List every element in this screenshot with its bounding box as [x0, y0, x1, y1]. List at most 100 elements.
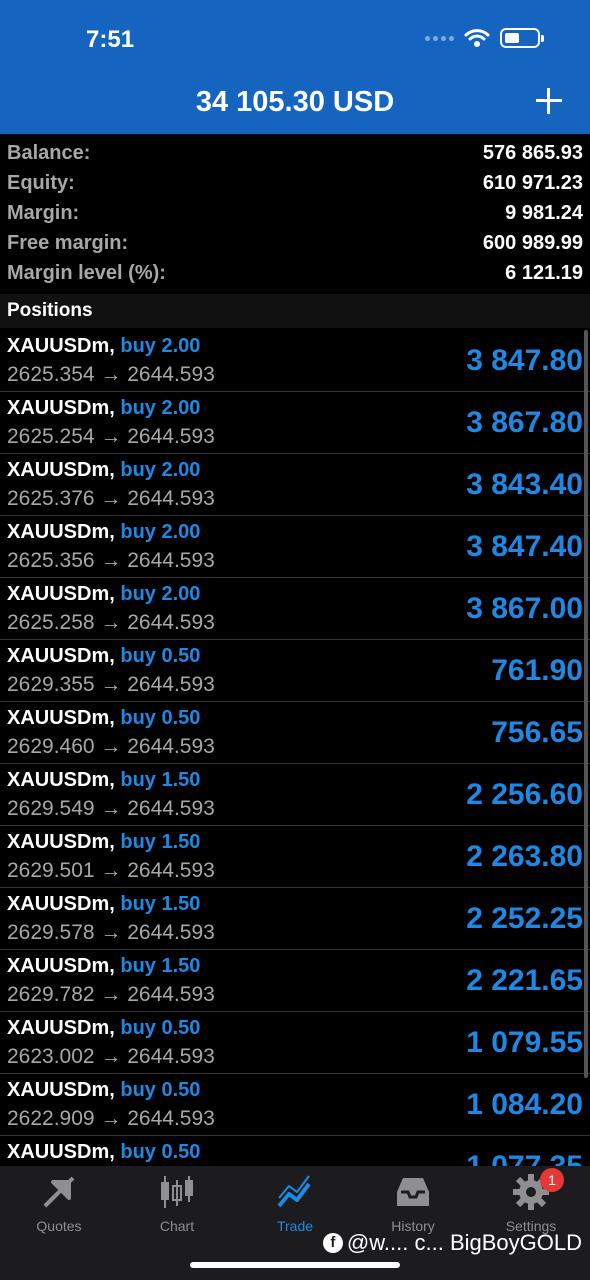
position-side: buy 0.50 — [120, 707, 201, 729]
position-profit: 3 867.00 — [466, 592, 583, 625]
add-order-button[interactable] — [534, 86, 564, 116]
summary-label: Margin: — [7, 201, 80, 224]
trade-icon — [277, 1175, 311, 1208]
position-profit: 1 084.20 — [466, 1088, 583, 1121]
position-profit: 2 263.80 — [466, 840, 583, 873]
summary-value: 610 971.23 — [482, 171, 583, 194]
position-symbol: XAUUSDm, — [7, 831, 115, 853]
quotes-icon — [43, 1176, 75, 1208]
position-side: buy 0.50 — [120, 645, 201, 667]
position-row[interactable]: XAUUSDm, buy 1.50 2629.578 → 2644.593 2 … — [0, 888, 590, 950]
position-side: buy 2.00 — [120, 521, 201, 543]
tab-quotes[interactable]: Quotes — [0, 1172, 118, 1234]
position-side: buy 2.00 — [120, 459, 201, 481]
tab-label: Chart — [159, 1218, 195, 1234]
position-prices: 2622.909 → 2644.593 — [7, 1107, 215, 1130]
position-row[interactable]: XAUUSDm, buy 0.50 2623.002 → 2644.593 1 … — [0, 1012, 590, 1074]
position-prices: 2625.258 → 2644.593 — [7, 611, 215, 634]
position-row[interactable]: XAUUSDm, buy 1.50 2629.501 → 2644.593 2 … — [0, 826, 590, 888]
position-side: buy 1.50 — [120, 893, 201, 915]
position-row[interactable]: XAUUSDm, buy 2.00 2625.258 → 2644.593 3 … — [0, 578, 590, 640]
position-prices: 2625.376 → 2644.593 — [7, 487, 215, 510]
position-profit: 2 252.25 — [466, 902, 583, 935]
positions-section-header: Positions — [0, 294, 590, 328]
position-profit: 1 077.35 — [466, 1150, 583, 1166]
tab-settings[interactable]: 1 Settings — [472, 1168, 590, 1234]
position-row[interactable]: XAUUSDm, buy 0.50 2622.909 → 2644.593 1 … — [0, 1074, 590, 1136]
chart-icon — [161, 1176, 193, 1208]
position-symbol: XAUUSDm, — [7, 893, 115, 915]
summary-row-equity: Equity: 610 971.23 — [0, 168, 590, 198]
position-prices: 2629.355 → 2644.593 — [7, 673, 215, 696]
position-row[interactable]: XAUUSDm, buy 2.00 2625.354 → 2644.593 3 … — [0, 330, 590, 392]
battery-icon — [500, 28, 544, 48]
summary-row-balance: Balance: 576 865.93 — [0, 138, 590, 168]
tab-chart[interactable]: Chart — [118, 1172, 236, 1234]
position-prices: 2629.460 → 2644.593 — [7, 735, 215, 758]
position-row[interactable]: XAUUSDm, buy 0.50 2629.355 → 2644.593 76… — [0, 640, 590, 702]
positions-list[interactable]: XAUUSDm, buy 2.00 2625.354 → 2644.593 3 … — [0, 330, 590, 1166]
position-row[interactable]: XAUUSDm, buy 1.50 2629.549 → 2644.593 2 … — [0, 764, 590, 826]
account-equity-title: 34 105.30 USD — [195, 86, 395, 118]
position-prices: 2629.578 → 2644.593 — [7, 921, 215, 944]
position-side: buy 0.50 — [120, 1079, 201, 1101]
watermark: f @w.... c... BigBoyGOLD — [322, 1230, 582, 1256]
position-row[interactable]: XAUUSDm, buy 0.50 2629.460 → 2644.593 75… — [0, 702, 590, 764]
tab-history[interactable]: History — [354, 1172, 472, 1234]
position-side: buy 1.50 — [120, 955, 201, 977]
summary-row-margin: Margin: 9 981.24 — [0, 198, 590, 228]
status-time: 7:51 — [86, 26, 135, 53]
summary-value: 6 121.19 — [505, 261, 583, 284]
summary-label: Free margin: — [7, 231, 129, 254]
position-profit: 3 867.80 — [466, 406, 583, 439]
position-symbol: XAUUSDm, — [7, 707, 115, 729]
position-side: buy 2.00 — [120, 335, 201, 357]
position-symbol: XAUUSDm, — [7, 335, 115, 357]
position-row[interactable]: XAUUSDm, buy 1.50 2629.782 → 2644.593 2 … — [0, 950, 590, 1012]
summary-row-margin-level: Margin level (%): 6 121.19 — [0, 258, 590, 288]
position-prices: 2625.354 → 2644.593 — [7, 363, 215, 386]
position-row[interactable]: XAUUSDm, buy 2.00 2625.376 → 2644.593 3 … — [0, 454, 590, 516]
watermark-text: @w.... c... BigBoyGOLD — [346, 1230, 582, 1255]
summary-value: 576 865.93 — [482, 141, 583, 164]
position-side: buy 1.50 — [120, 831, 201, 853]
position-prices: 2625.356 → 2644.593 — [7, 549, 215, 572]
position-row[interactable]: XAUUSDm, buy 2.00 2625.254 → 2644.593 3 … — [0, 392, 590, 454]
summary-label: Balance: — [7, 141, 91, 164]
positions-scrollbar[interactable] — [584, 330, 588, 1078]
status-icons — [425, 28, 544, 48]
position-row[interactable]: XAUUSDm, buy 0.50 1 077.35 — [0, 1136, 590, 1166]
position-side: buy 0.50 — [120, 1141, 201, 1163]
position-side: buy 1.50 — [120, 769, 201, 791]
position-symbol: XAUUSDm, — [7, 521, 115, 543]
position-prices: 2629.501 → 2644.593 — [7, 859, 215, 882]
position-profit: 2 256.60 — [466, 778, 583, 811]
position-symbol: XAUUSDm, — [7, 1141, 115, 1163]
position-prices: 2629.782 → 2644.593 — [7, 983, 215, 1006]
position-symbol: XAUUSDm, — [7, 583, 115, 605]
tab-trade[interactable]: Trade — [236, 1172, 354, 1234]
position-symbol: XAUUSDm, — [7, 397, 115, 419]
position-symbol: XAUUSDm, — [7, 645, 115, 667]
position-profit: 3 847.40 — [466, 530, 583, 563]
position-profit: 2 221.65 — [466, 964, 583, 997]
position-side: buy 2.00 — [120, 583, 201, 605]
tab-label: Quotes — [36, 1218, 82, 1234]
position-prices: 2629.549 → 2644.593 — [7, 797, 215, 820]
position-symbol: XAUUSDm, — [7, 459, 115, 481]
position-prices: 2625.254 → 2644.593 — [7, 425, 215, 448]
position-symbol: XAUUSDm, — [7, 1017, 115, 1039]
position-symbol: XAUUSDm, — [7, 769, 115, 791]
app-header: 7:51 34 105.30 USD — [0, 0, 590, 134]
position-profit: 3 847.80 — [466, 344, 583, 377]
position-symbol: XAUUSDm, — [7, 955, 115, 977]
summary-row-free-margin: Free margin: 600 989.99 — [0, 228, 590, 258]
position-side: buy 0.50 — [120, 1017, 201, 1039]
notification-badge: 1 — [540, 1168, 564, 1192]
position-profit: 761.90 — [491, 654, 583, 687]
account-summary: Balance: 576 865.93 Equity: 610 971.23 M… — [0, 138, 590, 288]
position-profit: 1 079.55 — [466, 1026, 583, 1059]
position-row[interactable]: XAUUSDm, buy 2.00 2625.356 → 2644.593 3 … — [0, 516, 590, 578]
cellular-signal-icon — [425, 35, 454, 41]
summary-label: Margin level (%): — [7, 261, 166, 284]
